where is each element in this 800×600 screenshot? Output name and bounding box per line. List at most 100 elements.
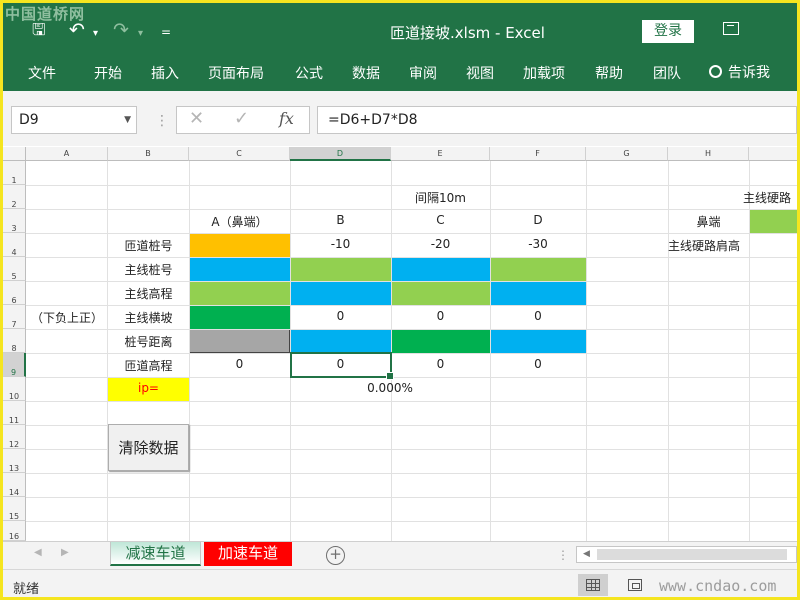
cell-e9[interactable]: 0 [391, 357, 490, 371]
column-header-i[interactable] [749, 147, 797, 161]
redo-dropdown-icon[interactable]: ▾ [138, 25, 143, 43]
cell-fill-c7[interactable] [189, 305, 290, 329]
row-header-15[interactable]: 15 [3, 497, 26, 521]
cell-e7[interactable]: 0 [391, 309, 490, 323]
cell-b5[interactable]: 主线桩号 [108, 261, 189, 278]
cell-fill-c4[interactable] [189, 233, 290, 257]
cell-e3[interactable]: C [391, 213, 490, 227]
save-icon[interactable]: 🖫 [32, 21, 46, 39]
cell-d10[interactable]: 0.000% [290, 381, 490, 395]
cell-c3[interactable]: A（鼻端） [189, 213, 290, 230]
cell-fill-e6[interactable] [391, 281, 490, 305]
cancel-icon[interactable]: ✕ [189, 108, 204, 129]
cell-b8[interactable]: 桩号距离 [108, 333, 189, 350]
row-header-13[interactable]: 13 [3, 449, 26, 473]
tab-team[interactable]: 团队 [653, 63, 681, 83]
cell-c9[interactable]: 0 [189, 357, 290, 371]
cell-b4[interactable]: 匝道桩号 [108, 237, 189, 254]
cell-fill-c5[interactable] [189, 257, 290, 281]
cell-fill-d8[interactable] [290, 329, 391, 353]
column-header-g[interactable]: G [586, 147, 668, 161]
active-cell-selection[interactable] [290, 352, 394, 380]
row-header-2[interactable]: 2 [3, 185, 26, 209]
cell-fill-i3[interactable] [749, 209, 797, 233]
tab-page-layout[interactable]: 页面布局 [208, 63, 264, 83]
row-header-5[interactable]: 5 [3, 257, 26, 281]
row-header-14[interactable]: 14 [3, 473, 26, 497]
normal-view-button[interactable] [578, 574, 608, 596]
cell-f4[interactable]: -30 [490, 237, 586, 251]
row-header-10[interactable]: 10 [3, 377, 26, 401]
scrollbar-thumb[interactable] [597, 549, 787, 560]
cell-b10[interactable]: ip= [108, 381, 189, 395]
tab-home[interactable]: 开始 [94, 63, 122, 83]
tab-split-grip[interactable]: ⋮ [557, 548, 569, 562]
cell-fill-f8[interactable] [490, 329, 586, 353]
cell-f7[interactable]: 0 [490, 309, 586, 323]
cell-fill-d6[interactable] [290, 281, 391, 305]
column-header-f[interactable]: F [490, 147, 586, 161]
cell-fill-f5[interactable] [490, 257, 586, 281]
cell-h4[interactable]: 主线硬路肩高 [668, 237, 758, 254]
ribbon-display-options-icon[interactable] [723, 22, 739, 35]
formula-bar-grip[interactable]: ⋮ [155, 113, 169, 129]
row-header-12[interactable]: 12 [3, 425, 26, 449]
cell-f3[interactable]: D [490, 213, 586, 227]
undo-dropdown-icon[interactable]: ▾ [93, 25, 98, 43]
tab-data[interactable]: 数据 [352, 63, 380, 83]
scroll-left-icon[interactable]: ◀ [583, 549, 590, 559]
cell-fill-e5[interactable] [391, 257, 490, 281]
column-header-a[interactable]: A [26, 147, 108, 161]
cell-fill-e8[interactable] [391, 329, 490, 353]
row-header-3[interactable]: 3 [3, 209, 26, 233]
tab-insert[interactable]: 插入 [151, 63, 179, 83]
column-header-b[interactable]: B [108, 147, 189, 161]
cell-d4[interactable]: -10 [290, 237, 391, 251]
row-header-6[interactable]: 6 [3, 281, 26, 305]
cell-b6[interactable]: 主线高程 [108, 285, 189, 302]
tab-view[interactable]: 视图 [466, 63, 494, 83]
redo-icon[interactable]: ↷ [113, 21, 129, 40]
sheet-tab-accel[interactable]: 加速车道 [204, 542, 292, 566]
sheet-tab-decel[interactable]: 减速车道 [110, 542, 201, 566]
column-header-d[interactable]: D [290, 147, 391, 161]
page-layout-view-button[interactable] [620, 574, 650, 596]
add-sheet-icon[interactable]: + [326, 546, 345, 565]
cell-d3[interactable]: B [290, 213, 391, 227]
row-header-8[interactable]: 8 [3, 329, 26, 353]
cell-d7[interactable]: 0 [290, 309, 391, 323]
row-header-1[interactable]: 1 [3, 161, 26, 185]
formula-input[interactable]: =D6+D7*D8 [317, 106, 797, 134]
cell-b9[interactable]: 匝道高程 [108, 357, 189, 374]
cell-fill-c6[interactable] [189, 281, 290, 305]
cell-f9[interactable]: 0 [490, 357, 586, 371]
customize-toolbar-icon[interactable]: = [161, 23, 171, 41]
tell-me-search[interactable]: 告诉我 [709, 62, 770, 82]
insert-function-icon[interactable]: fx [279, 109, 294, 128]
sheet-next-icon[interactable]: ▶ [61, 547, 69, 558]
cell-d2[interactable]: 间隔10m [391, 189, 490, 206]
clear-data-button[interactable]: 清除数据 [108, 424, 189, 471]
cell-a7[interactable]: （下负上正） [26, 309, 108, 326]
row-header-7[interactable]: 7 [3, 305, 26, 329]
login-button[interactable]: 登录 [642, 20, 694, 43]
cell-fill-d5[interactable] [290, 257, 391, 281]
cell-i2[interactable]: 主线硬路 [743, 189, 797, 206]
cell-fill-c8[interactable] [189, 329, 290, 353]
name-box[interactable]: D9 ▼ [11, 106, 137, 134]
row-header-16[interactable]: 16 [3, 521, 26, 541]
worksheet-grid[interactable]: A B C D E F G H 1 2 3 4 5 6 7 8 9 10 11 … [3, 147, 797, 541]
cell-fill-f6[interactable] [490, 281, 586, 305]
tab-help[interactable]: 帮助 [595, 63, 623, 83]
row-header-4[interactable]: 4 [3, 233, 26, 257]
undo-icon[interactable]: ↶ [69, 21, 85, 40]
tab-formulas[interactable]: 公式 [295, 63, 323, 83]
enter-icon[interactable]: ✓ [234, 108, 249, 129]
column-header-e[interactable]: E [391, 147, 490, 161]
column-header-c[interactable]: C [189, 147, 290, 161]
chevron-down-icon[interactable]: ▼ [124, 115, 131, 125]
row-header-11[interactable]: 11 [3, 401, 26, 425]
select-all-corner[interactable] [3, 147, 26, 161]
horizontal-scrollbar[interactable]: ◀ [576, 546, 797, 563]
row-header-9[interactable]: 9 [3, 353, 26, 377]
